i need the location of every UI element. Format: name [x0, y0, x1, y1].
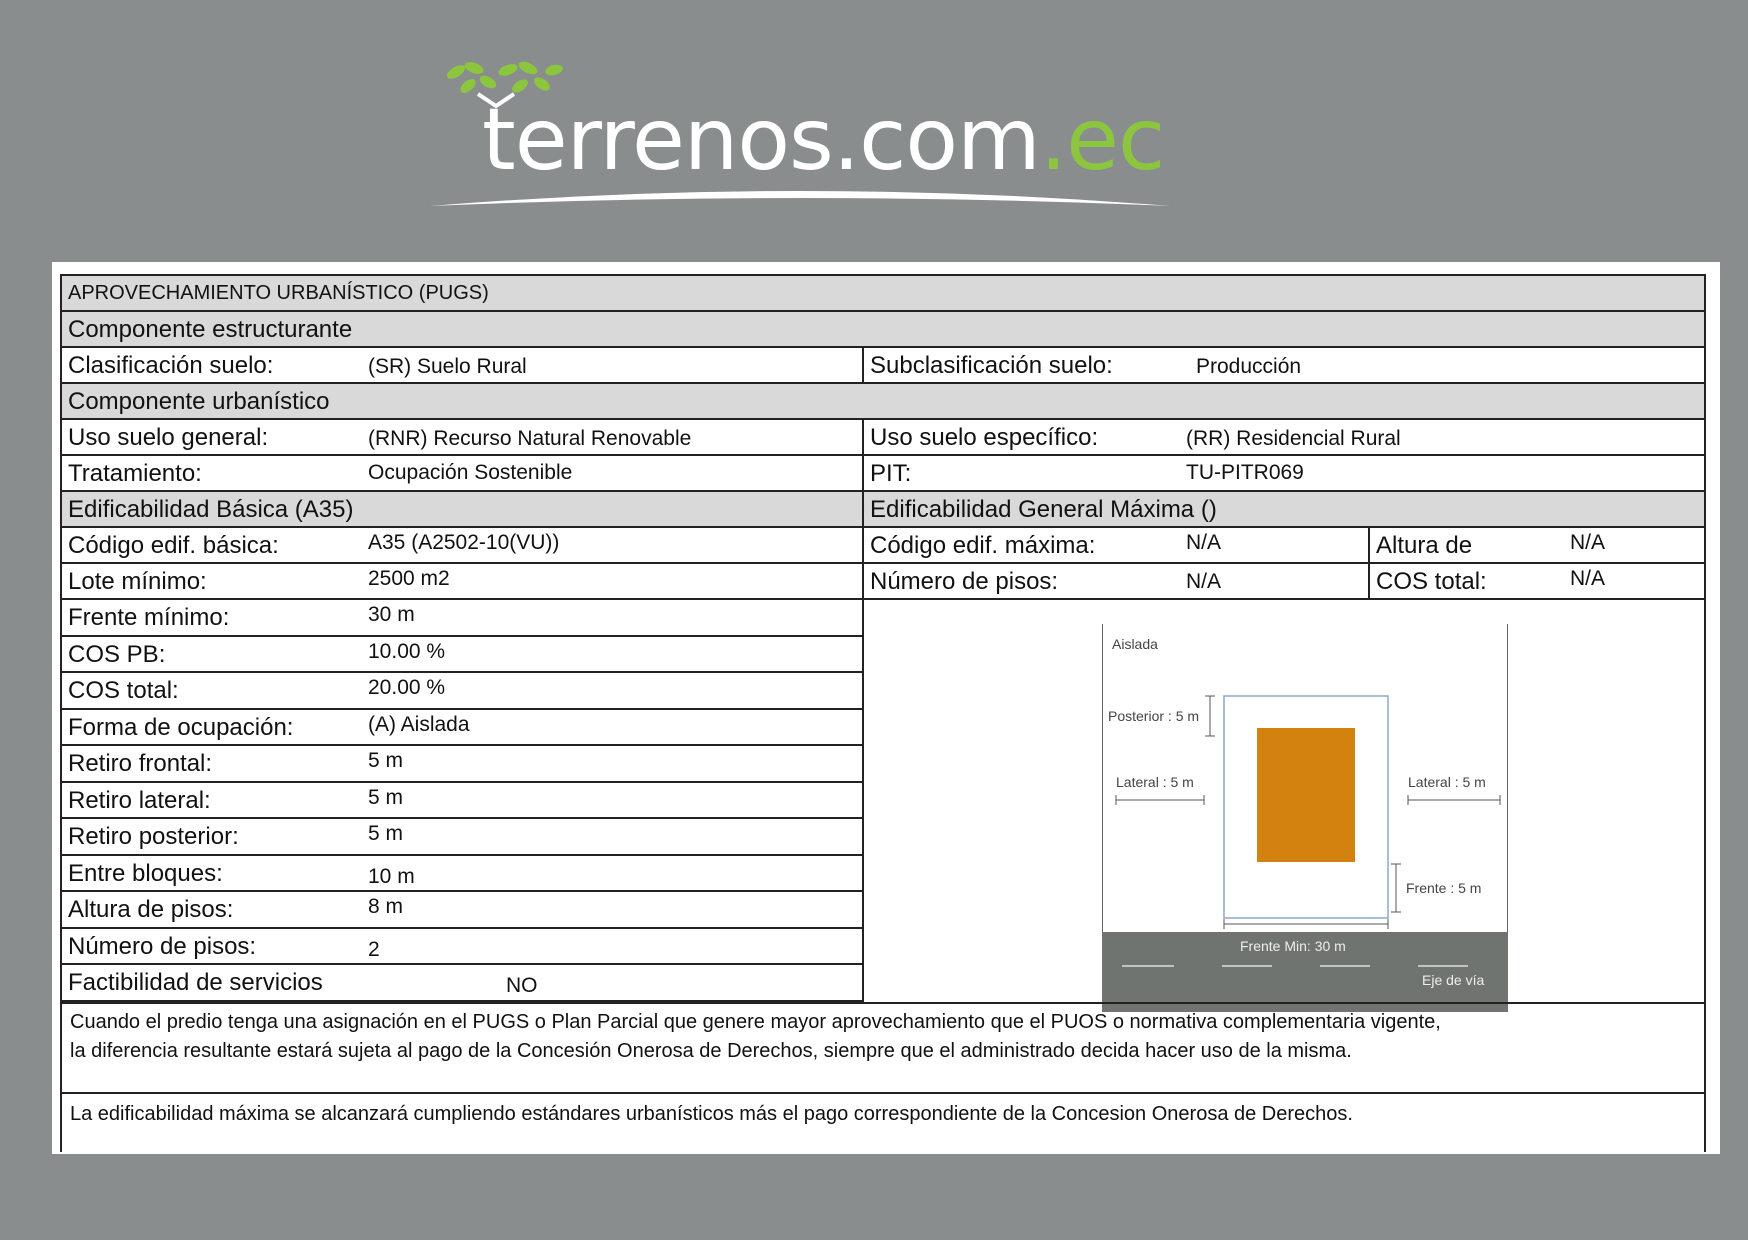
field-label: Subclasificación suelo:	[870, 352, 1113, 379]
section-header: Componente estructurante	[62, 312, 1704, 348]
field-value: A35 (A2502-10(VU))	[368, 531, 560, 554]
field-label: Uso suelo específico:	[870, 424, 1099, 451]
field-label: Altura de	[1376, 532, 1473, 559]
lateral-left-label: Lateral : 5 m	[1116, 774, 1194, 790]
field-value: (RR) Residencial Rural	[1186, 427, 1401, 450]
field-label: Número de pisos:	[870, 568, 1059, 595]
field-value: 10.00 %	[368, 639, 446, 663]
field-value: 20.00 %	[368, 676, 446, 699]
table-row: Uso suelo general: (RNR) Recurso Natural…	[62, 420, 1704, 456]
table-row: Altura de pisos: 8 m	[62, 892, 864, 929]
diagram-title: Aislada	[1112, 636, 1158, 652]
left-field-list: Frente mínimo: 30 m COS PB: 10.00 % COS tota…	[62, 600, 864, 1002]
section-title: Edificabilidad Básica (A35)	[68, 496, 354, 523]
field-label: Factibilidad de servicios	[68, 969, 323, 996]
table-title: APROVECHAMIENTO URBANÍSTICO (PUGS)	[68, 282, 489, 304]
field-label: COS total:	[68, 677, 179, 704]
field-label: Uso suelo general:	[68, 424, 269, 451]
section-title: Edificabilidad General Máxima ()	[870, 496, 1217, 523]
table-row: Frente mínimo: 30 m	[62, 600, 864, 637]
section-header: Componente urbanístico	[62, 384, 1704, 420]
column-divider	[862, 600, 864, 1002]
table-row: Número de pisos: 2	[62, 929, 864, 965]
brand-logo: terrenos.com.ec	[430, 52, 1170, 212]
field-label: Tratamiento:	[68, 460, 202, 487]
table-row: Retiro lateral: 5 m	[62, 783, 864, 819]
field-label: PIT:	[870, 460, 912, 487]
posterior-label: Posterior : 5 m	[1108, 708, 1200, 724]
field-label: COS PB:	[68, 640, 166, 668]
field-label: COS total:	[1376, 568, 1487, 595]
logo-wordmark: terrenos.com.ec	[482, 90, 1165, 190]
field-label: Código edif. básica:	[68, 532, 279, 559]
table-row: Clasificación suelo: (SR) Suelo Rural Su…	[62, 348, 1704, 384]
urban-use-table: APROVECHAMIENTO URBANÍSTICO (PUGS) Compo…	[60, 274, 1706, 1152]
section-title: Componente estructurante	[68, 316, 353, 343]
eje-via-label: Eje de vía	[1422, 972, 1485, 988]
field-label: Retiro lateral:	[68, 786, 211, 814]
field-value: 30 m	[368, 603, 415, 626]
field-label: Retiro posterior:	[68, 823, 239, 850]
field-value: N/A	[1186, 570, 1222, 593]
table-row: COS PB: 10.00 %	[62, 637, 864, 673]
table-row: Tratamiento: Ocupación Sostenible PIT: T…	[62, 456, 1704, 492]
field-value: N/A	[1570, 531, 1606, 554]
logo-swoosh	[430, 191, 1170, 206]
building-footprint	[1257, 728, 1355, 862]
field-value: 2500 m2	[368, 567, 450, 590]
table-row: Retiro frontal: 5 m	[62, 746, 864, 783]
field-value: 5 m	[368, 822, 404, 845]
note-line: Cuando el predio tenga una asignación en…	[70, 1011, 1441, 1033]
table-row: Factibilidad de servicios NO	[62, 965, 864, 1002]
table-row: COS total: 20.00 %	[62, 673, 864, 710]
table-divider	[62, 1002, 1704, 1004]
field-label: Entre bloques:	[68, 859, 223, 887]
field-label: Forma de ocupación:	[68, 713, 294, 741]
table-row: Lote mínimo: 2500 m2 Número de pisos: N/…	[62, 564, 1704, 600]
field-value: N/A	[1570, 567, 1606, 590]
table-row: Retiro posterior: 5 m	[62, 819, 864, 856]
field-value: 5 m	[368, 749, 404, 772]
note-paragraph: La edificabilidad máxima se alcanzará cu…	[70, 1103, 1353, 1125]
field-value: (SR) Suelo Rural	[368, 355, 527, 378]
section-header: Edificabilidad Básica (A35) Edificabilid…	[62, 492, 1704, 528]
frente-label: Frente : 5 m	[1406, 880, 1482, 896]
field-value: 2	[368, 937, 380, 961]
field-label: Lote mínimo:	[68, 568, 207, 595]
field-value: 5 m	[368, 785, 404, 809]
table-row: Entre bloques: 10 m	[62, 856, 864, 892]
section-title: Componente urbanístico	[68, 388, 330, 415]
table-divider	[62, 1092, 1704, 1094]
field-label: Frente mínimo:	[68, 604, 230, 631]
frente-min-label: Frente Min: 30 m	[1240, 938, 1346, 954]
field-value: Ocupación Sostenible	[368, 461, 573, 484]
field-value: NO	[506, 974, 538, 997]
field-label: Altura de pisos:	[68, 896, 234, 923]
setback-diagram: Aislada Posterior : 5 m Lateral : 5 m La…	[1101, 624, 1509, 1012]
field-value: 10 m	[368, 864, 415, 888]
lateral-right-label: Lateral : 5 m	[1408, 774, 1486, 790]
diagram-border	[1508, 600, 1509, 1002]
field-label: Clasificación suelo:	[68, 352, 274, 379]
field-value: (A) Aislada	[368, 712, 470, 736]
document-panel: APROVECHAMIENTO URBANÍSTICO (PUGS) Compo…	[52, 262, 1720, 1154]
field-label: Retiro frontal:	[68, 750, 213, 777]
field-label: Código edif. máxima:	[870, 532, 1096, 559]
table-row: Código edif. básica: A35 (A2502-10(VU)) …	[62, 528, 1704, 564]
field-value: N/A	[1186, 531, 1222, 554]
table-title-row: APROVECHAMIENTO URBANÍSTICO (PUGS)	[62, 276, 1704, 312]
note-paragraph: Cuando el predio tenga una asignación en…	[70, 1008, 1441, 1066]
field-value: 8 m	[368, 895, 404, 918]
field-value: (RNR) Recurso Natural Renovable	[368, 427, 692, 450]
field-value: Producción	[1196, 355, 1302, 378]
note-line: la diferencia resultante estará sujeta a…	[70, 1040, 1352, 1062]
field-label: Número de pisos:	[68, 932, 257, 960]
field-value: TU-PITR069	[1186, 461, 1304, 484]
table-row: Forma de ocupación: (A) Aislada	[62, 710, 864, 746]
